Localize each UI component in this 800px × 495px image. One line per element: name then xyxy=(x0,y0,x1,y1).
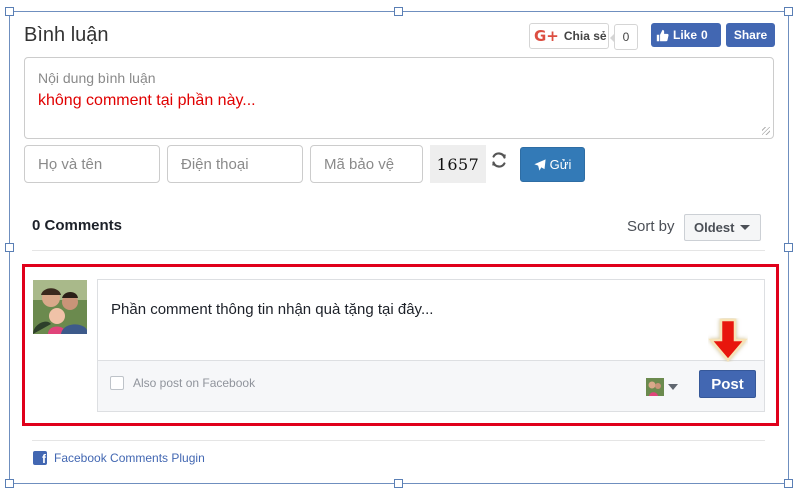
facebook-share-button[interactable]: Share xyxy=(726,23,775,47)
facebook-comment-box[interactable]: Phần comment thông tin nhận quà tặng tại… xyxy=(97,279,765,412)
comments-count: 0 Comments xyxy=(32,217,123,234)
also-post-label: Also post on Facebook xyxy=(133,376,256,390)
resize-handle-right[interactable] xyxy=(784,243,793,252)
section-title: Bình luận xyxy=(24,24,109,46)
identity-dropdown-icon[interactable] xyxy=(668,384,678,390)
facebook-plugin-link[interactable]: f Facebook Comments Plugin xyxy=(33,451,205,465)
resize-handle-top-right[interactable] xyxy=(784,7,793,16)
avatar xyxy=(33,280,87,334)
divider xyxy=(32,250,765,251)
facebook-like-count: 0 xyxy=(701,28,708,42)
facebook-plugin-label: Facebook Comments Plugin xyxy=(54,451,205,465)
refresh-icon[interactable] xyxy=(489,150,509,170)
chevron-down-icon xyxy=(740,225,751,230)
resize-handle-bottom-left[interactable] xyxy=(5,479,14,488)
resize-handle-bottom-right[interactable] xyxy=(784,479,793,488)
facebook-like-button[interactable]: Like 0 xyxy=(651,23,721,47)
identity-avatar[interactable] xyxy=(646,378,664,396)
captcha-input[interactable]: Mã bảo vệ xyxy=(310,145,423,183)
down-arrow-icon xyxy=(708,318,748,362)
name-input[interactable]: Họ và tên xyxy=(24,145,160,183)
send-button[interactable]: Gửi xyxy=(520,147,585,182)
post-button[interactable]: Post xyxy=(699,370,756,398)
sort-by-label: Sort by xyxy=(627,218,675,235)
resize-handle-top-left[interactable] xyxy=(5,7,14,16)
sort-select[interactable]: Oldest xyxy=(684,214,761,241)
sort-select-value: Oldest xyxy=(694,220,735,235)
google-share-button[interactable]: G+ Chia sẻ xyxy=(529,23,609,49)
also-post-checkbox[interactable] xyxy=(110,376,124,390)
comment-note: không comment tại phần này... xyxy=(38,92,256,109)
comment-input[interactable]: Phần comment thông tin nhận quà tặng tại… xyxy=(111,301,433,318)
resize-grip-icon[interactable] xyxy=(762,127,770,135)
comment-content-placeholder: Nội dung bình luận xyxy=(38,70,156,86)
phone-input[interactable]: Điện thoại xyxy=(167,145,303,183)
resize-handle-bottom[interactable] xyxy=(394,479,403,488)
paper-plane-icon xyxy=(534,158,546,171)
resize-handle-left[interactable] xyxy=(5,243,14,252)
google-share-count: 0 xyxy=(610,24,638,50)
google-share-label: Chia sẻ xyxy=(563,29,607,43)
comment-content-textarea[interactable]: Nội dung bình luận không comment tại phầ… xyxy=(24,57,774,139)
send-label: Gửi xyxy=(549,157,572,172)
resize-handle-top[interactable] xyxy=(394,7,403,16)
divider xyxy=(32,440,765,441)
google-plus-icon: G+ xyxy=(534,27,559,45)
thumbs-up-icon xyxy=(656,29,669,41)
facebook-like-label: Like xyxy=(673,28,698,42)
captcha-image: 1657 xyxy=(430,145,486,183)
facebook-icon: f xyxy=(33,451,47,465)
comment-actions-bar: Also post on Facebook Post xyxy=(98,360,764,411)
